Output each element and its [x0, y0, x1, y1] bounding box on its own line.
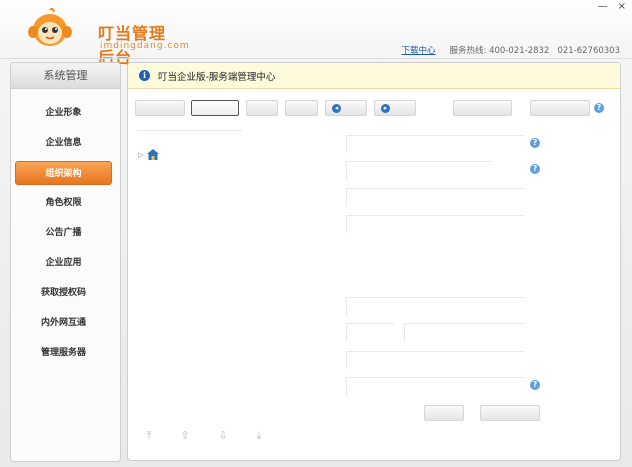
- toolbar-button-2-selected[interactable]: [191, 100, 239, 116]
- arrow-circle-icon: ▸: [381, 104, 390, 113]
- sidebar-item-manage-servers[interactable]: 管理服务器: [15, 341, 112, 365]
- org-tree-root[interactable]: ▷: [138, 149, 160, 160]
- header-divider: [0, 58, 632, 59]
- close-button[interactable]: ×: [618, 1, 626, 13]
- form-field-4[interactable]: [346, 215, 524, 233]
- form-field-2[interactable]: [346, 161, 491, 179]
- toolbar-button-3[interactable]: [246, 100, 278, 116]
- question-icon[interactable]: ?: [530, 380, 540, 390]
- arrow-top-icon[interactable]: ⤒: [144, 430, 154, 442]
- arrow-bottom-icon[interactable]: ⤓: [254, 430, 264, 442]
- form-field-6b[interactable]: [404, 323, 524, 341]
- form-field-3[interactable]: [346, 188, 524, 206]
- form-field-5[interactable]: [346, 297, 524, 315]
- main-panel: i 叮当企业版-服务端管理中心 ◂ ▸ ? ▷ ? ? ? ⤒ ⇧ ⇩ ⤓: [127, 62, 621, 461]
- cancel-button[interactable]: [480, 405, 540, 421]
- toolbar-button-1[interactable]: [135, 100, 185, 116]
- toolbar-button-8[interactable]: [530, 100, 590, 116]
- form-field-7[interactable]: [346, 351, 524, 369]
- main-header: i 叮当企业版-服务端管理中心: [128, 63, 620, 89]
- download-center-link[interactable]: 下载中心: [402, 44, 436, 56]
- sidebar-item-announcements[interactable]: 公告广播: [15, 221, 112, 245]
- tree-header-line: [137, 130, 242, 131]
- sidebar-item-enterprise-apps[interactable]: 企业应用: [15, 251, 112, 275]
- mascot-logo-icon: [28, 8, 72, 46]
- home-icon[interactable]: [147, 149, 160, 160]
- sidebar-title: 系统管理: [11, 63, 120, 89]
- arrow-circle-icon: ◂: [332, 104, 341, 113]
- sidebar-item-organization[interactable]: 组织架构: [15, 161, 112, 185]
- toolbar-button-7[interactable]: [453, 100, 512, 116]
- sidebar-item-network-interop[interactable]: 内外网互通: [15, 311, 112, 335]
- sidebar-item-company-info[interactable]: 企业信息: [15, 131, 112, 155]
- arrow-up-icon[interactable]: ⇧: [180, 430, 190, 442]
- question-icon[interactable]: ?: [530, 164, 540, 174]
- form-field-8[interactable]: [346, 377, 524, 395]
- save-button[interactable]: [424, 405, 464, 421]
- form-field-1[interactable]: [346, 135, 524, 153]
- form-field-6a[interactable]: [346, 323, 394, 341]
- hotline-label: 服务热线:: [449, 46, 487, 56]
- sidebar-menu: 企业形象 企业信息 组织架构 角色权限 公告广播 企业应用 获取授权码 内外网互…: [11, 89, 120, 365]
- top-info-bar: 下载中心 服务热线: 400-021-2832 021-62760303: [402, 44, 620, 56]
- hotline-number-1: 400-021-2832: [489, 46, 550, 56]
- sidebar-item-role-permissions[interactable]: 角色权限: [15, 191, 112, 215]
- main-title: 叮当企业版-服务端管理中心: [158, 71, 276, 83]
- arrow-down-icon[interactable]: ⇩: [218, 430, 228, 442]
- toolbar-button-6[interactable]: ▸: [374, 100, 416, 116]
- question-icon[interactable]: ?: [594, 103, 604, 113]
- triangle-right-icon[interactable]: ▷: [138, 151, 143, 159]
- hotline-text: 服务热线: 400-021-2832 021-62760303: [450, 44, 620, 56]
- question-icon[interactable]: ?: [530, 138, 540, 148]
- sidebar: 系统管理 企业形象 企业信息 组织架构 角色权限 公告广播 企业应用 获取授权码…: [10, 62, 121, 462]
- minimize-button[interactable]: —: [598, 1, 608, 13]
- toolbar-button-4[interactable]: [285, 100, 318, 116]
- sidebar-item-company-image[interactable]: 企业形象: [15, 101, 112, 125]
- toolbar-button-5[interactable]: ◂: [325, 100, 367, 116]
- logo-url: imdingdang.com: [100, 41, 190, 51]
- sidebar-item-auth-code[interactable]: 获取授权码: [15, 281, 112, 305]
- window-controls: — ×: [598, 1, 626, 13]
- logo: 叮当管理后台 imdingdang.com: [26, 8, 189, 67]
- hotline-number-2: 021-62760303: [557, 46, 620, 56]
- info-icon: i: [139, 70, 150, 81]
